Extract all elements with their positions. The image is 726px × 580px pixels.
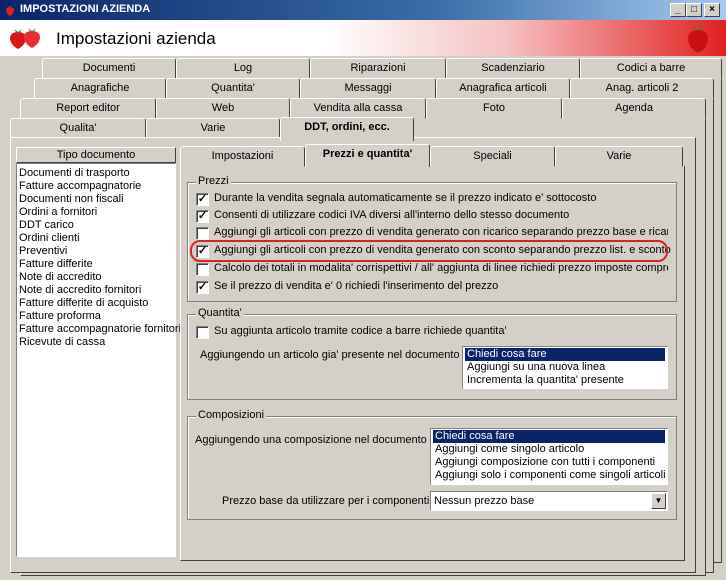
checkbox-label: Calcolo dei totali in modalita' corrispe… xyxy=(214,262,668,274)
list-item[interactable]: Ordini a fornitori xyxy=(19,206,97,219)
tab-report-editor[interactable]: Report editor xyxy=(20,98,156,119)
tab-agenda[interactable]: Agenda xyxy=(562,98,706,119)
doc-type-list[interactable]: Documenti di trasporto Fatture accompagn… xyxy=(16,163,181,557)
checkbox-barcode-quantita[interactable] xyxy=(196,326,209,339)
list-item[interactable]: Aggiungi composizione con tutti i compon… xyxy=(433,456,665,469)
checkbox-label: Se il prezzo di vendita e' 0 richiedi l'… xyxy=(214,280,499,292)
prezzi-title: Prezzi xyxy=(196,175,231,187)
existing-article-label: Aggiungendo un articolo gia' presente ne… xyxy=(200,349,466,361)
composition-label: Aggiungendo una composizione nel documen… xyxy=(195,434,433,446)
list-item[interactable]: Ordini clienti xyxy=(19,232,80,245)
list-item[interactable]: Ricevute di cassa xyxy=(19,336,105,349)
checkbox-label: Aggiungi gli articoli con prezzo di vend… xyxy=(214,226,668,238)
list-item[interactable]: Aggiungi solo i componenti come singoli … xyxy=(433,469,666,482)
tab-impostazioni[interactable]: Impostazioni xyxy=(180,146,305,167)
tab-prezzi-e-quantita[interactable]: Prezzi e quantita' xyxy=(305,144,430,167)
tab-anag-articoli-2[interactable]: Anag. articoli 2 xyxy=(570,78,714,99)
tab-varie-inner[interactable]: Varie xyxy=(555,146,683,167)
minimize-button[interactable]: _ xyxy=(670,3,686,17)
tab-codici-a-barre[interactable]: Codici a barre xyxy=(580,58,722,79)
list-item[interactable]: Note di accredito fornitori xyxy=(19,284,141,297)
header-banner: Impostazioni azienda xyxy=(0,20,726,56)
tab-riparazioni[interactable]: Riparazioni xyxy=(310,58,446,79)
composizioni-title: Composizioni xyxy=(196,409,267,421)
tab-web[interactable]: Web xyxy=(156,98,290,119)
list-item[interactable]: Chiedi cosa fare xyxy=(465,348,665,361)
list-item[interactable]: Documenti di trasporto xyxy=(19,167,130,180)
window-title: IMPOSTAZIONI AZIENDA xyxy=(20,3,151,15)
list-item[interactable]: Fatture accompagnatorie xyxy=(19,180,141,193)
list-item[interactable]: Aggiungi su una nuova linea xyxy=(465,361,665,374)
tab-vendita-alla-cassa[interactable]: Vendita alla cassa xyxy=(290,98,426,119)
list-item[interactable]: Chiedi cosa fare xyxy=(433,430,665,443)
checkbox-label: Su aggiunta articolo tramite codice a ba… xyxy=(214,325,507,337)
quantita-title: Quantita' xyxy=(196,307,244,319)
checkbox-codici-iva[interactable]: ✓ xyxy=(196,210,209,223)
tab-documenti[interactable]: Documenti xyxy=(42,58,176,79)
tab-anagrafica-articoli[interactable]: Anagrafica articoli xyxy=(436,78,570,99)
checkbox-corrispettivi[interactable] xyxy=(196,263,209,276)
tab-speciali[interactable]: Speciali xyxy=(430,146,555,167)
list-item[interactable]: Fatture differite xyxy=(19,258,93,271)
tab-anagrafiche[interactable]: Anagrafiche xyxy=(34,78,166,99)
tab-foto[interactable]: Foto xyxy=(426,98,562,119)
list-item[interactable]: Fatture accompagnatorie fornitori xyxy=(19,323,181,336)
base-price-value: Nessun prezzo base xyxy=(434,495,535,507)
list-item[interactable]: Documenti non fiscali xyxy=(19,193,124,206)
strawberries-logo-icon xyxy=(10,28,40,49)
tab-varie[interactable]: Varie xyxy=(146,118,280,139)
close-button[interactable]: × xyxy=(704,3,720,17)
checkbox-ricarico[interactable] xyxy=(196,227,209,240)
tab-qualita[interactable]: Qualita' xyxy=(10,118,146,139)
tab-quantita[interactable]: Quantita' xyxy=(166,78,300,99)
tab-scadenziario[interactable]: Scadenziario xyxy=(446,58,580,79)
doc-list-header[interactable]: Tipo documento xyxy=(16,147,176,163)
base-price-select[interactable]: Nessun prezzo base ▼ xyxy=(430,491,668,511)
strawberry-icon xyxy=(6,5,14,16)
chevron-down-icon[interactable]: ▼ xyxy=(651,493,666,509)
existing-article-list[interactable]: Chiedi cosa fare Aggiungi su una nuova l… xyxy=(462,346,668,389)
strawberry-icon xyxy=(688,26,708,53)
list-item[interactable]: Incrementa la quantita' presente xyxy=(465,374,665,387)
checkbox-sottocosto[interactable]: ✓ xyxy=(196,193,209,206)
list-item[interactable]: Fatture differite di acquisto xyxy=(19,297,148,310)
title-bar[interactable]: IMPOSTAZIONI AZIENDA _ □ × xyxy=(0,0,726,20)
list-item[interactable]: Aggiungi come singolo articolo xyxy=(433,443,665,456)
maximize-button[interactable]: □ xyxy=(686,3,702,17)
checkbox-prezzo-zero[interactable]: ✓ xyxy=(196,281,209,294)
checkbox-label: Consenti di utilizzare codici IVA divers… xyxy=(214,209,570,221)
highlight-annotation xyxy=(190,240,668,262)
tab-ddt-ordini[interactable]: DDT, ordini, ecc. xyxy=(280,117,414,141)
list-item[interactable]: Preventivi xyxy=(19,245,67,258)
page-title: Impostazioni azienda xyxy=(56,29,216,48)
composition-options-list[interactable]: Chiedi cosa fare Aggiungi come singolo a… xyxy=(430,428,668,485)
list-item[interactable]: DDT carico xyxy=(19,219,74,232)
list-item[interactable]: Fatture proforma xyxy=(19,310,101,323)
tab-messaggi[interactable]: Messaggi xyxy=(300,78,436,99)
checkbox-label: Durante la vendita segnala automaticamen… xyxy=(214,192,597,204)
list-item[interactable]: Note di accredito xyxy=(19,271,102,284)
tab-log[interactable]: Log xyxy=(176,58,310,79)
base-price-label: Prezzo base da utilizzare per i componen… xyxy=(222,495,436,507)
